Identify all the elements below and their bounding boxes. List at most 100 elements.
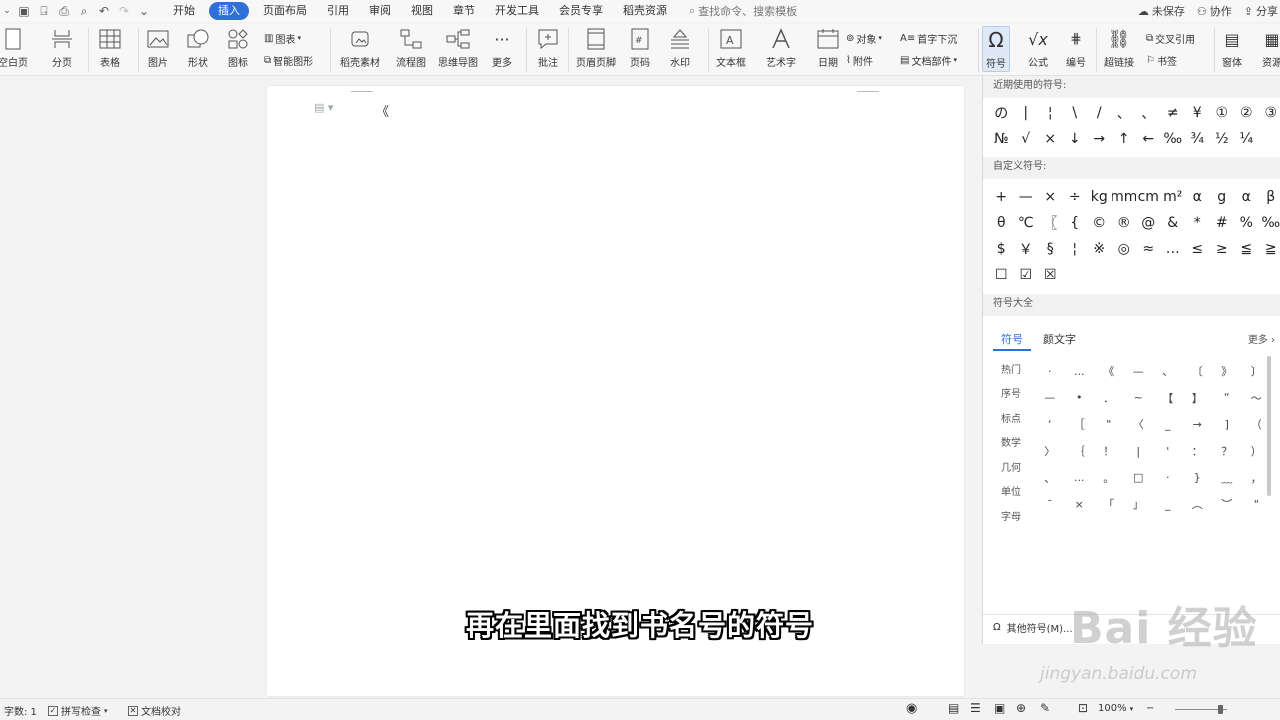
custom-symbol[interactable]: ☒ — [1038, 262, 1063, 288]
custom-symbol[interactable]: ￥ — [1014, 236, 1039, 262]
blank-page-button[interactable]: 空白页 — [0, 26, 28, 70]
redo-icon[interactable]: ↷ — [115, 2, 133, 20]
library-symbol[interactable]: 。 — [1094, 464, 1124, 491]
custom-symbol[interactable]: ≈ — [1136, 236, 1161, 262]
wordart-button[interactable]: 艺术字 — [766, 26, 796, 70]
library-symbol[interactable]: 〈 — [1124, 411, 1154, 438]
tab-docer[interactable]: 稻壳资源 — [613, 2, 677, 20]
hyperlink-button[interactable]: ⛓ 超链接 — [1104, 26, 1134, 70]
recent-symbol[interactable]: ‰ — [1161, 126, 1186, 152]
tab-insert[interactable]: 插入 — [209, 2, 249, 20]
custom-symbol[interactable]: ® — [1112, 210, 1137, 236]
page-view-icon[interactable]: ▤ — [948, 701, 959, 715]
category-math[interactable]: 数学 — [991, 430, 1035, 455]
custom-symbol[interactable]: § — [1038, 236, 1063, 262]
export-icon[interactable]: ⍈ — [35, 2, 53, 20]
tab-symbols[interactable]: 符号 — [1001, 331, 1023, 347]
recent-symbol[interactable]: ¥ — [1185, 100, 1210, 126]
library-symbol[interactable]: ... — [1065, 464, 1095, 491]
tab-kaomoji[interactable]: 颜文字 — [1043, 331, 1076, 347]
custom-symbol[interactable]: kg — [1087, 184, 1112, 210]
page-break-button[interactable]: 分页 — [50, 26, 74, 70]
custom-symbol[interactable]: ℃ — [1014, 210, 1039, 236]
library-symbol[interactable]: ' — [1153, 438, 1183, 465]
category-letters[interactable]: 字母 — [991, 503, 1035, 528]
comment-button[interactable]: 批注 — [536, 26, 560, 70]
library-symbol[interactable]: _ — [1153, 411, 1183, 438]
customize-icon[interactable]: ⌄ — [135, 2, 153, 20]
recent-symbol[interactable]: ¦ — [1038, 100, 1063, 126]
library-symbol[interactable]: 【 — [1153, 385, 1183, 412]
library-symbol[interactable]: ~ — [1124, 385, 1154, 412]
recent-symbol[interactable]: | — [1014, 100, 1039, 126]
doc-parts-button[interactable]: ▤ 文档部件 ▾ — [900, 52, 957, 68]
tab-page-layout[interactable]: 页面布局 — [253, 2, 317, 20]
custom-symbol[interactable]: ÷ — [1063, 184, 1088, 210]
table-button[interactable]: 表格 — [98, 26, 122, 70]
library-symbol[interactable]: ] — [1212, 411, 1242, 438]
mindmap-button[interactable]: 思维导图 — [438, 26, 478, 70]
custom-symbol[interactable]: + — [989, 184, 1014, 210]
dropdown-icon[interactable]: ⌄ — [1, 2, 13, 20]
unsaved-button[interactable]: ☁ 未保存 — [1138, 3, 1185, 19]
custom-symbol[interactable]: cm — [1136, 184, 1161, 210]
custom-symbol[interactable]: & — [1161, 210, 1186, 236]
custom-symbol[interactable]: ‰ — [1259, 210, 1280, 236]
library-symbol[interactable]: ！ — [1094, 438, 1124, 465]
library-symbol[interactable]: 〉 — [1035, 438, 1065, 465]
library-symbol[interactable]: ︶ — [1212, 491, 1242, 518]
library-symbol[interactable]: 、 — [1035, 464, 1065, 491]
recent-symbol[interactable]: √ — [1014, 126, 1039, 152]
custom-symbol[interactable]: — — [1014, 184, 1039, 210]
watermark-button[interactable]: 水印 — [668, 26, 692, 70]
icon-button[interactable]: 图标 — [226, 26, 250, 70]
paragraph-layout-icon[interactable]: ▤ ▾ — [314, 101, 333, 114]
recent-symbol[interactable]: ½ — [1210, 126, 1235, 152]
category-unit[interactable]: 单位 — [991, 479, 1035, 504]
custom-symbol[interactable]: @ — [1136, 210, 1161, 236]
recent-symbol[interactable]: ¾ — [1185, 126, 1210, 152]
custom-symbol[interactable]: © — [1087, 210, 1112, 236]
custom-symbol[interactable]: ☐ — [989, 262, 1014, 288]
numbering-button[interactable]: ⋕ 编号 — [1064, 26, 1088, 70]
print-icon[interactable]: ⎙ — [55, 2, 73, 20]
library-symbol[interactable]: 〔 — [1183, 358, 1213, 385]
library-symbol[interactable]: × — [1065, 491, 1095, 518]
library-symbol[interactable]: — — [1035, 385, 1065, 412]
eye-protection-icon[interactable]: ◉ — [906, 701, 917, 716]
more-link[interactable]: 更多 › — [1248, 331, 1275, 346]
custom-symbol[interactable]: ≤ — [1185, 236, 1210, 262]
library-symbol[interactable]: ？ — [1212, 438, 1242, 465]
word-count[interactable]: 字数: 1 — [4, 703, 37, 718]
custom-symbol[interactable]: … — [1161, 236, 1186, 262]
library-symbol[interactable]: → — [1183, 411, 1213, 438]
smart-shape-button[interactable]: ⧉ 智能图形 — [264, 52, 313, 68]
command-search[interactable]: ⌕ 查找命令、搜索模板 — [689, 3, 797, 19]
date-button[interactable]: 日期 — [816, 26, 840, 70]
flowchart-button[interactable]: 流程图 — [396, 26, 426, 70]
library-symbol[interactable]: ． — [1094, 385, 1124, 412]
undo-icon[interactable]: ↶ — [95, 2, 113, 20]
category-hot[interactable]: 热门 — [991, 356, 1035, 381]
library-symbol[interactable]: ［ — [1065, 411, 1095, 438]
custom-symbol[interactable]: * — [1185, 210, 1210, 236]
tab-section[interactable]: 章节 — [443, 2, 485, 20]
custom-symbol[interactable]: θ — [989, 210, 1014, 236]
custom-symbol[interactable]: ◎ — [1112, 236, 1137, 262]
object-button[interactable]: ⊚ 对象 ▾ — [846, 30, 882, 46]
custom-symbol[interactable]: $ — [989, 236, 1014, 262]
recent-symbol[interactable]: ↑ — [1112, 126, 1137, 152]
cross-ref-button[interactable]: ⧉ 交叉引用 — [1146, 30, 1195, 46]
resource-button[interactable]: ▦ 资源 — [1260, 26, 1280, 70]
page-number-button[interactable]: # 页码 — [628, 26, 652, 70]
print-preview-icon[interactable]: ⌕ — [75, 2, 93, 20]
recent-symbol[interactable]: \ — [1063, 100, 1088, 126]
category-ordinal[interactable]: 序号 — [991, 381, 1035, 406]
reading-view-icon[interactable]: ▣ — [994, 701, 1005, 715]
library-symbol[interactable]: □ — [1124, 464, 1154, 491]
custom-symbol[interactable]: ※ — [1087, 236, 1112, 262]
recent-symbol[interactable]: ¼ — [1234, 126, 1259, 152]
form-button[interactable]: ▤ 窗体 — [1220, 26, 1244, 70]
library-symbol[interactable]: 」 — [1124, 491, 1154, 518]
custom-symbol[interactable]: α — [1234, 184, 1259, 210]
